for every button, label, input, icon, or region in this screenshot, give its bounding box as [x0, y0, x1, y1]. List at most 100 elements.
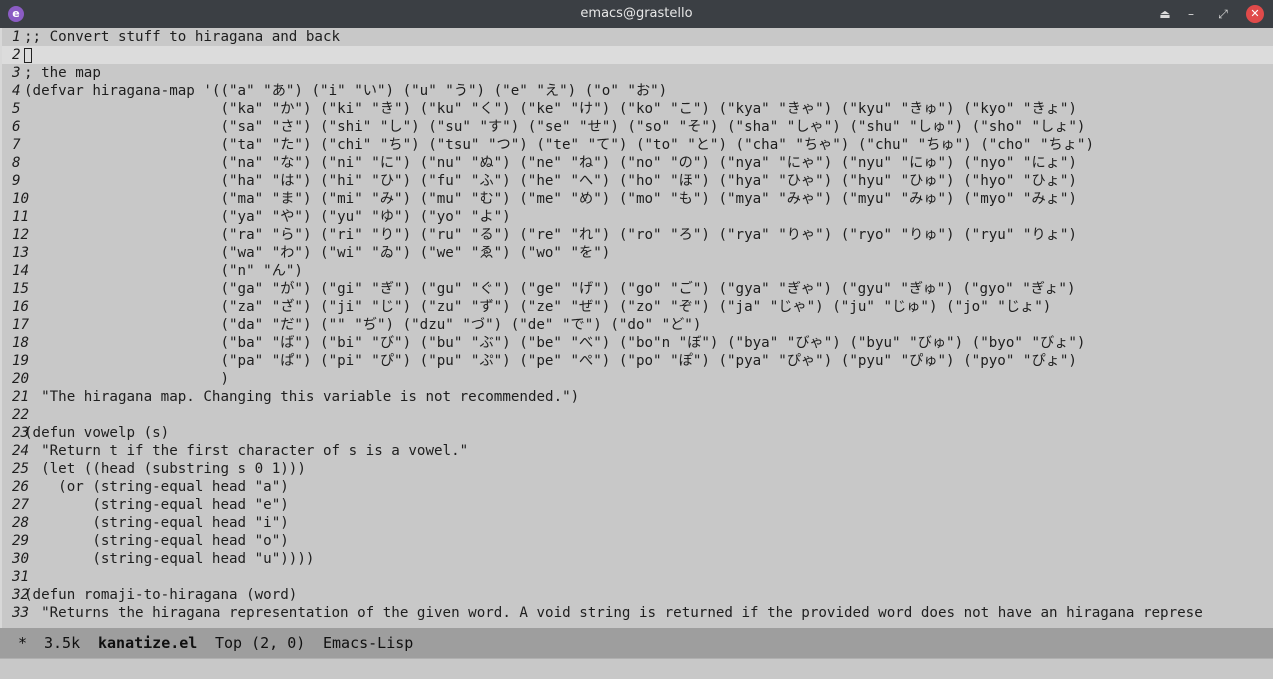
line-number: 25: [2, 460, 24, 478]
line-text: ("ka" "か") ("ki" "き") ("ku" "く") ("ke" "…: [24, 100, 1077, 118]
code-line[interactable]: 17 ("da" "だ") ("" "ぢ") ("dzu" "づ") ("de"…: [2, 316, 1273, 334]
code-line[interactable]: 20 ): [2, 370, 1273, 388]
minibuffer[interactable]: [0, 658, 1273, 679]
line-number: 30: [2, 550, 24, 568]
code-line[interactable]: 10 ("ma" "ま") ("mi" "み") ("mu" "む") ("me…: [2, 190, 1273, 208]
minimize-icon[interactable]: –: [1182, 5, 1200, 23]
code-line[interactable]: 9 ("ha" "は") ("hi" "ひ") ("fu" "ふ") ("he"…: [2, 172, 1273, 190]
line-number: 10: [2, 190, 24, 208]
line-number: 33: [2, 604, 24, 622]
line-number: 2: [2, 46, 24, 64]
code-line[interactable]: 33 "Returns the hiragana representation …: [2, 604, 1273, 622]
line-text: ("pa" "ぱ") ("pi" "ぴ") ("pu" "ぷ") ("pe" "…: [24, 352, 1077, 370]
line-number: 18: [2, 334, 24, 352]
line-number: 3: [2, 64, 24, 82]
code-line[interactable]: 26 (or (string-equal head "a"): [2, 478, 1273, 496]
line-text: "Return t if the first character of s is…: [24, 442, 468, 460]
code-line[interactable]: 31: [2, 568, 1273, 586]
code-line[interactable]: 32(defun romaji-to-hiragana (word): [2, 586, 1273, 604]
code-line[interactable]: 14 ("n" "ん"): [2, 262, 1273, 280]
code-line[interactable]: 8 ("na" "な") ("ni" "に") ("nu" "ぬ") ("ne"…: [2, 154, 1273, 172]
code-line[interactable]: 5 ("ka" "か") ("ki" "き") ("ku" "く") ("ke"…: [2, 100, 1273, 118]
buffer-size: 3.5k: [44, 634, 80, 652]
eject-icon[interactable]: ⏏: [1156, 5, 1174, 23]
code-line[interactable]: 30 (string-equal head "u")))): [2, 550, 1273, 568]
code-line[interactable]: 12 ("ra" "ら") ("ri" "り") ("ru" "る") ("re…: [2, 226, 1273, 244]
code-line[interactable]: 4(defvar hiragana-map '(("a" "あ") ("i" "…: [2, 82, 1273, 100]
editor-buffer[interactable]: 1;; Convert stuff to hiragana and back23…: [0, 28, 1273, 628]
line-text: ;; Convert stuff to hiragana and back: [24, 28, 340, 46]
cursor-position: Top (2, 0): [215, 634, 305, 652]
line-number: 12: [2, 226, 24, 244]
line-number: 29: [2, 532, 24, 550]
title-bar: e emacs@grastello ⏏ – ⤢ ✕: [0, 0, 1273, 28]
line-number: 4: [2, 82, 24, 100]
line-text: (let ((head (substring s 0 1))): [24, 460, 306, 478]
line-number: 26: [2, 478, 24, 496]
code-line[interactable]: 2: [2, 46, 1273, 64]
line-number: 22: [2, 406, 24, 424]
line-number: 23: [2, 424, 24, 442]
line-number: 16: [2, 298, 24, 316]
line-text: (string-equal head "u")))): [24, 550, 314, 568]
line-text: (defvar hiragana-map '(("a" "あ") ("i" "い…: [24, 82, 667, 100]
close-icon[interactable]: ✕: [1246, 5, 1264, 23]
line-text: ("ba" "ば") ("bi" "び") ("bu" "ぶ") ("be" "…: [24, 334, 1085, 352]
code-line[interactable]: 3; the map: [2, 64, 1273, 82]
line-text: (or (string-equal head "a"): [24, 478, 289, 496]
line-text: "The hiragana map. Changing this variabl…: [24, 388, 579, 406]
line-text: ("sa" "さ") ("shi" "し") ("su" "す") ("se" …: [24, 118, 1085, 136]
line-number: 31: [2, 568, 24, 586]
line-text: ("ga" "が") ("gi" "ぎ") ("gu" "ぐ") ("ge" "…: [24, 280, 1076, 298]
buffer-name[interactable]: kanatize.el: [98, 634, 197, 652]
code-line[interactable]: 18 ("ba" "ば") ("bi" "び") ("bu" "ぶ") ("be…: [2, 334, 1273, 352]
code-line[interactable]: 29 (string-equal head "o"): [2, 532, 1273, 550]
line-text: ("ma" "ま") ("mi" "み") ("mu" "む") ("me" "…: [24, 190, 1077, 208]
line-text: (defun romaji-to-hiragana (word): [24, 586, 297, 604]
text-cursor: [24, 48, 32, 63]
mode-line: * 3.5k kanatize.el Top (2, 0) Emacs-Lisp: [0, 628, 1273, 658]
code-line[interactable]: 1;; Convert stuff to hiragana and back: [2, 28, 1273, 46]
code-line[interactable]: 7 ("ta" "た") ("chi" "ち") ("tsu" "つ") ("t…: [2, 136, 1273, 154]
modified-indicator: *: [18, 634, 27, 652]
line-number: 13: [2, 244, 24, 262]
code-line[interactable]: 25 (let ((head (substring s 0 1))): [2, 460, 1273, 478]
line-number: 14: [2, 262, 24, 280]
line-text: (string-equal head "o"): [24, 532, 289, 550]
code-line[interactable]: 13 ("wa" "わ") ("wi" "ゐ") ("we" "ゑ") ("wo…: [2, 244, 1273, 262]
line-number: 32: [2, 586, 24, 604]
major-mode[interactable]: Emacs-Lisp: [323, 634, 413, 652]
line-text: ("za" "ざ") ("ji" "じ") ("zu" "ず") ("ze" "…: [24, 298, 1051, 316]
restore-icon[interactable]: ⤢: [1214, 5, 1232, 23]
code-line[interactable]: 19 ("pa" "ぱ") ("pi" "ぴ") ("pu" "ぷ") ("pe…: [2, 352, 1273, 370]
code-line[interactable]: 27 (string-equal head "e"): [2, 496, 1273, 514]
line-number: 20: [2, 370, 24, 388]
code-line[interactable]: 16 ("za" "ざ") ("ji" "じ") ("zu" "ず") ("ze…: [2, 298, 1273, 316]
code-line[interactable]: 15 ("ga" "が") ("gi" "ぎ") ("gu" "ぐ") ("ge…: [2, 280, 1273, 298]
line-number: 28: [2, 514, 24, 532]
line-text: (string-equal head "e"): [24, 496, 289, 514]
line-text: (defun vowelp (s): [24, 424, 169, 442]
line-number: 1: [2, 28, 24, 46]
line-text: ("da" "だ") ("" "ぢ") ("dzu" "づ") ("de" "で…: [24, 316, 701, 334]
line-number: 21: [2, 388, 24, 406]
line-text: ("ra" "ら") ("ri" "り") ("ru" "る") ("re" "…: [24, 226, 1077, 244]
line-text: ("wa" "わ") ("wi" "ゐ") ("we" "ゑ") ("wo" "…: [24, 244, 610, 262]
code-line[interactable]: 24 "Return t if the first character of s…: [2, 442, 1273, 460]
code-line[interactable]: 21 "The hiragana map. Changing this vari…: [2, 388, 1273, 406]
line-text: "Returns the hiragana representation of …: [24, 604, 1203, 622]
code-line[interactable]: 11 ("ya" "や") ("yu" "ゆ") ("yo" "よ"): [2, 208, 1273, 226]
code-line[interactable]: 6 ("sa" "さ") ("shi" "し") ("su" "す") ("se…: [2, 118, 1273, 136]
line-number: 19: [2, 352, 24, 370]
line-number: 17: [2, 316, 24, 334]
line-number: 15: [2, 280, 24, 298]
code-line[interactable]: 28 (string-equal head "i"): [2, 514, 1273, 532]
window-title: emacs@grastello: [0, 6, 1273, 21]
line-text: ("ha" "は") ("hi" "ひ") ("fu" "ふ") ("he" "…: [24, 172, 1077, 190]
line-text: ("ta" "た") ("chi" "ち") ("tsu" "つ") ("te"…: [24, 136, 1094, 154]
line-number: 5: [2, 100, 24, 118]
line-number: 8: [2, 154, 24, 172]
line-text: ("n" "ん"): [24, 262, 303, 280]
code-line[interactable]: 22: [2, 406, 1273, 424]
code-line[interactable]: 23(defun vowelp (s): [2, 424, 1273, 442]
